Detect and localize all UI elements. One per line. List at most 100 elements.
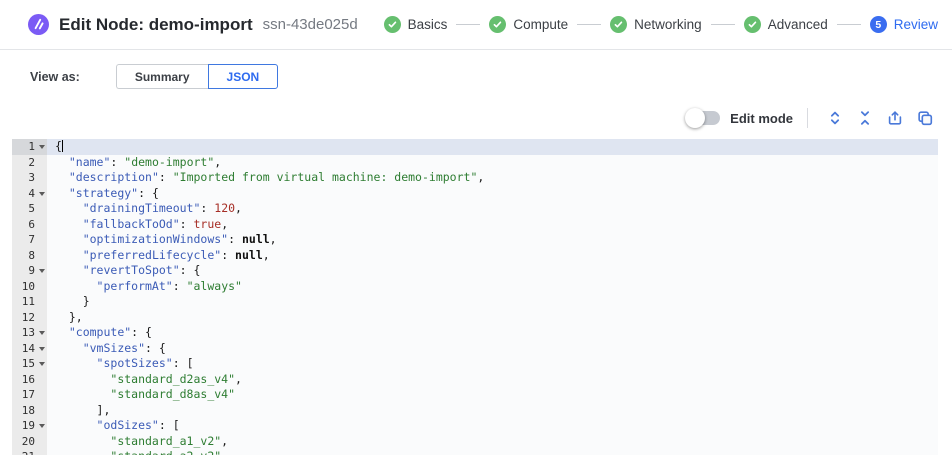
export-icon[interactable] (885, 108, 905, 128)
toolbar-divider (807, 108, 808, 128)
line-number: 14 (12, 341, 47, 357)
step-networking[interactable]: Networking (610, 16, 702, 33)
code-line[interactable]: 3 "description": "Imported from virtual … (12, 170, 938, 186)
code-line-content[interactable]: "odSizes": [ (47, 418, 938, 434)
line-number: 18 (12, 403, 47, 419)
step-label: Review (894, 17, 938, 32)
code-line-content[interactable]: "standard_a2_v2", (47, 449, 938, 455)
fold-toggle-icon[interactable] (39, 362, 45, 366)
copy-icon[interactable] (915, 108, 935, 128)
line-number: 9 (12, 263, 47, 279)
line-number: 8 (12, 248, 47, 264)
step-label: Compute (513, 17, 568, 32)
step-compute[interactable]: Compute (489, 16, 568, 33)
code-line[interactable]: 12 }, (12, 310, 938, 326)
step-review[interactable]: 5 Review (870, 16, 938, 33)
step-connector (456, 24, 480, 25)
code-line[interactable]: 14 "vmSizes": { (12, 341, 938, 357)
code-line-content[interactable]: "drainingTimeout": 120, (47, 201, 938, 217)
code-line-content[interactable]: "standard_a1_v2", (47, 434, 938, 450)
edit-mode-toggle[interactable] (688, 111, 720, 125)
step-advanced[interactable]: Advanced (744, 16, 828, 33)
code-line-content[interactable]: { (47, 139, 938, 155)
step-connector (711, 24, 735, 25)
code-line-content[interactable]: "revertToSpot": { (47, 263, 938, 279)
view-as-row: View as: Summary JSON (0, 64, 952, 89)
fold-toggle-icon[interactable] (39, 331, 45, 335)
view-as-toggle-group: Summary JSON (116, 64, 278, 89)
json-code-editor[interactable]: 1{2 "name": "demo-import",3 "description… (12, 139, 938, 455)
code-line[interactable]: 2 "name": "demo-import", (12, 155, 938, 171)
code-line[interactable]: 17 "standard_d8as_v4" (12, 387, 938, 403)
collapse-all-icon[interactable] (855, 108, 875, 128)
line-number: 1 (12, 139, 47, 155)
expand-all-icon[interactable] (825, 108, 845, 128)
wizard-stepper: Basics Compute Networking Advanced 5 Review (384, 16, 938, 33)
view-as-json-button[interactable]: JSON (208, 64, 279, 89)
code-line[interactable]: 11 } (12, 294, 938, 310)
code-line[interactable]: 16 "standard_d2as_v4", (12, 372, 938, 388)
code-line-content[interactable]: "performAt": "always" (47, 279, 938, 295)
code-line[interactable]: 9 "revertToSpot": { (12, 263, 938, 279)
line-number: 4 (12, 186, 47, 202)
step-number-badge: 5 (870, 16, 887, 33)
code-line-content[interactable]: "preferredLifecycle": null, (47, 248, 938, 264)
line-number: 7 (12, 232, 47, 248)
code-line-content[interactable]: ], (47, 403, 938, 419)
code-line[interactable]: 15 "spotSizes": [ (12, 356, 938, 372)
code-line[interactable]: 18 ], (12, 403, 938, 419)
fold-toggle-icon[interactable] (39, 347, 45, 351)
line-number: 11 (12, 294, 47, 310)
line-number: 19 (12, 418, 47, 434)
step-basics[interactable]: Basics (384, 16, 448, 33)
code-line[interactable]: 10 "performAt": "always" (12, 279, 938, 295)
page-header: Edit Node: demo-import ssn-43de025d Basi… (0, 0, 952, 50)
code-line[interactable]: 20 "standard_a1_v2", (12, 434, 938, 450)
code-line[interactable]: 8 "preferredLifecycle": null, (12, 248, 938, 264)
line-number: 2 (12, 155, 47, 171)
fold-toggle-icon[interactable] (39, 145, 45, 149)
step-check-icon (610, 16, 627, 33)
edit-node-page: Edit Node: demo-import ssn-43de025d Basi… (0, 0, 952, 474)
code-line-content[interactable]: "standard_d2as_v4", (47, 372, 938, 388)
code-line[interactable]: 6 "fallbackToOd": true, (12, 217, 938, 233)
code-line-content[interactable]: } (47, 294, 938, 310)
step-connector (837, 24, 861, 25)
line-number: 21 (12, 449, 47, 455)
step-label: Networking (634, 17, 702, 32)
code-line[interactable]: 19 "odSizes": [ (12, 418, 938, 434)
fold-toggle-icon[interactable] (39, 424, 45, 428)
step-label: Basics (408, 17, 448, 32)
code-line-content[interactable]: "strategy": { (47, 186, 938, 202)
line-number: 12 (12, 310, 47, 326)
view-as-summary-button[interactable]: Summary (116, 64, 208, 89)
line-number: 16 (12, 372, 47, 388)
code-line-content[interactable]: "name": "demo-import", (47, 155, 938, 171)
step-check-icon (744, 16, 761, 33)
code-line[interactable]: 13 "compute": { (12, 325, 938, 341)
code-line-content[interactable]: "optimizationWindows": null, (47, 232, 938, 248)
code-line-content[interactable]: "fallbackToOd": true, (47, 217, 938, 233)
code-line[interactable]: 21 "standard_a2_v2", (12, 449, 938, 455)
line-number: 20 (12, 434, 47, 450)
code-line-content[interactable]: "compute": { (47, 325, 938, 341)
line-number: 15 (12, 356, 47, 372)
spot-logo-icon (28, 14, 49, 35)
code-line-content[interactable]: "spotSizes": [ (47, 356, 938, 372)
fold-toggle-icon[interactable] (39, 192, 45, 196)
view-as-label: View as: (30, 70, 80, 84)
line-number: 10 (12, 279, 47, 295)
code-line-content[interactable]: }, (47, 310, 938, 326)
fold-toggle-icon[interactable] (39, 269, 45, 273)
code-line-content[interactable]: "description": "Imported from virtual ma… (47, 170, 938, 186)
code-line[interactable]: 5 "drainingTimeout": 120, (12, 201, 938, 217)
code-line[interactable]: 1{ (12, 139, 938, 155)
line-number: 13 (12, 325, 47, 341)
code-line-content[interactable]: "vmSizes": { (47, 341, 938, 357)
step-label: Advanced (768, 17, 828, 32)
node-id: ssn-43de025d (263, 16, 358, 33)
code-line-content[interactable]: "standard_d8as_v4" (47, 387, 938, 403)
code-line[interactable]: 7 "optimizationWindows": null, (12, 232, 938, 248)
code-line[interactable]: 4 "strategy": { (12, 186, 938, 202)
page-title: Edit Node: demo-import (59, 15, 253, 35)
